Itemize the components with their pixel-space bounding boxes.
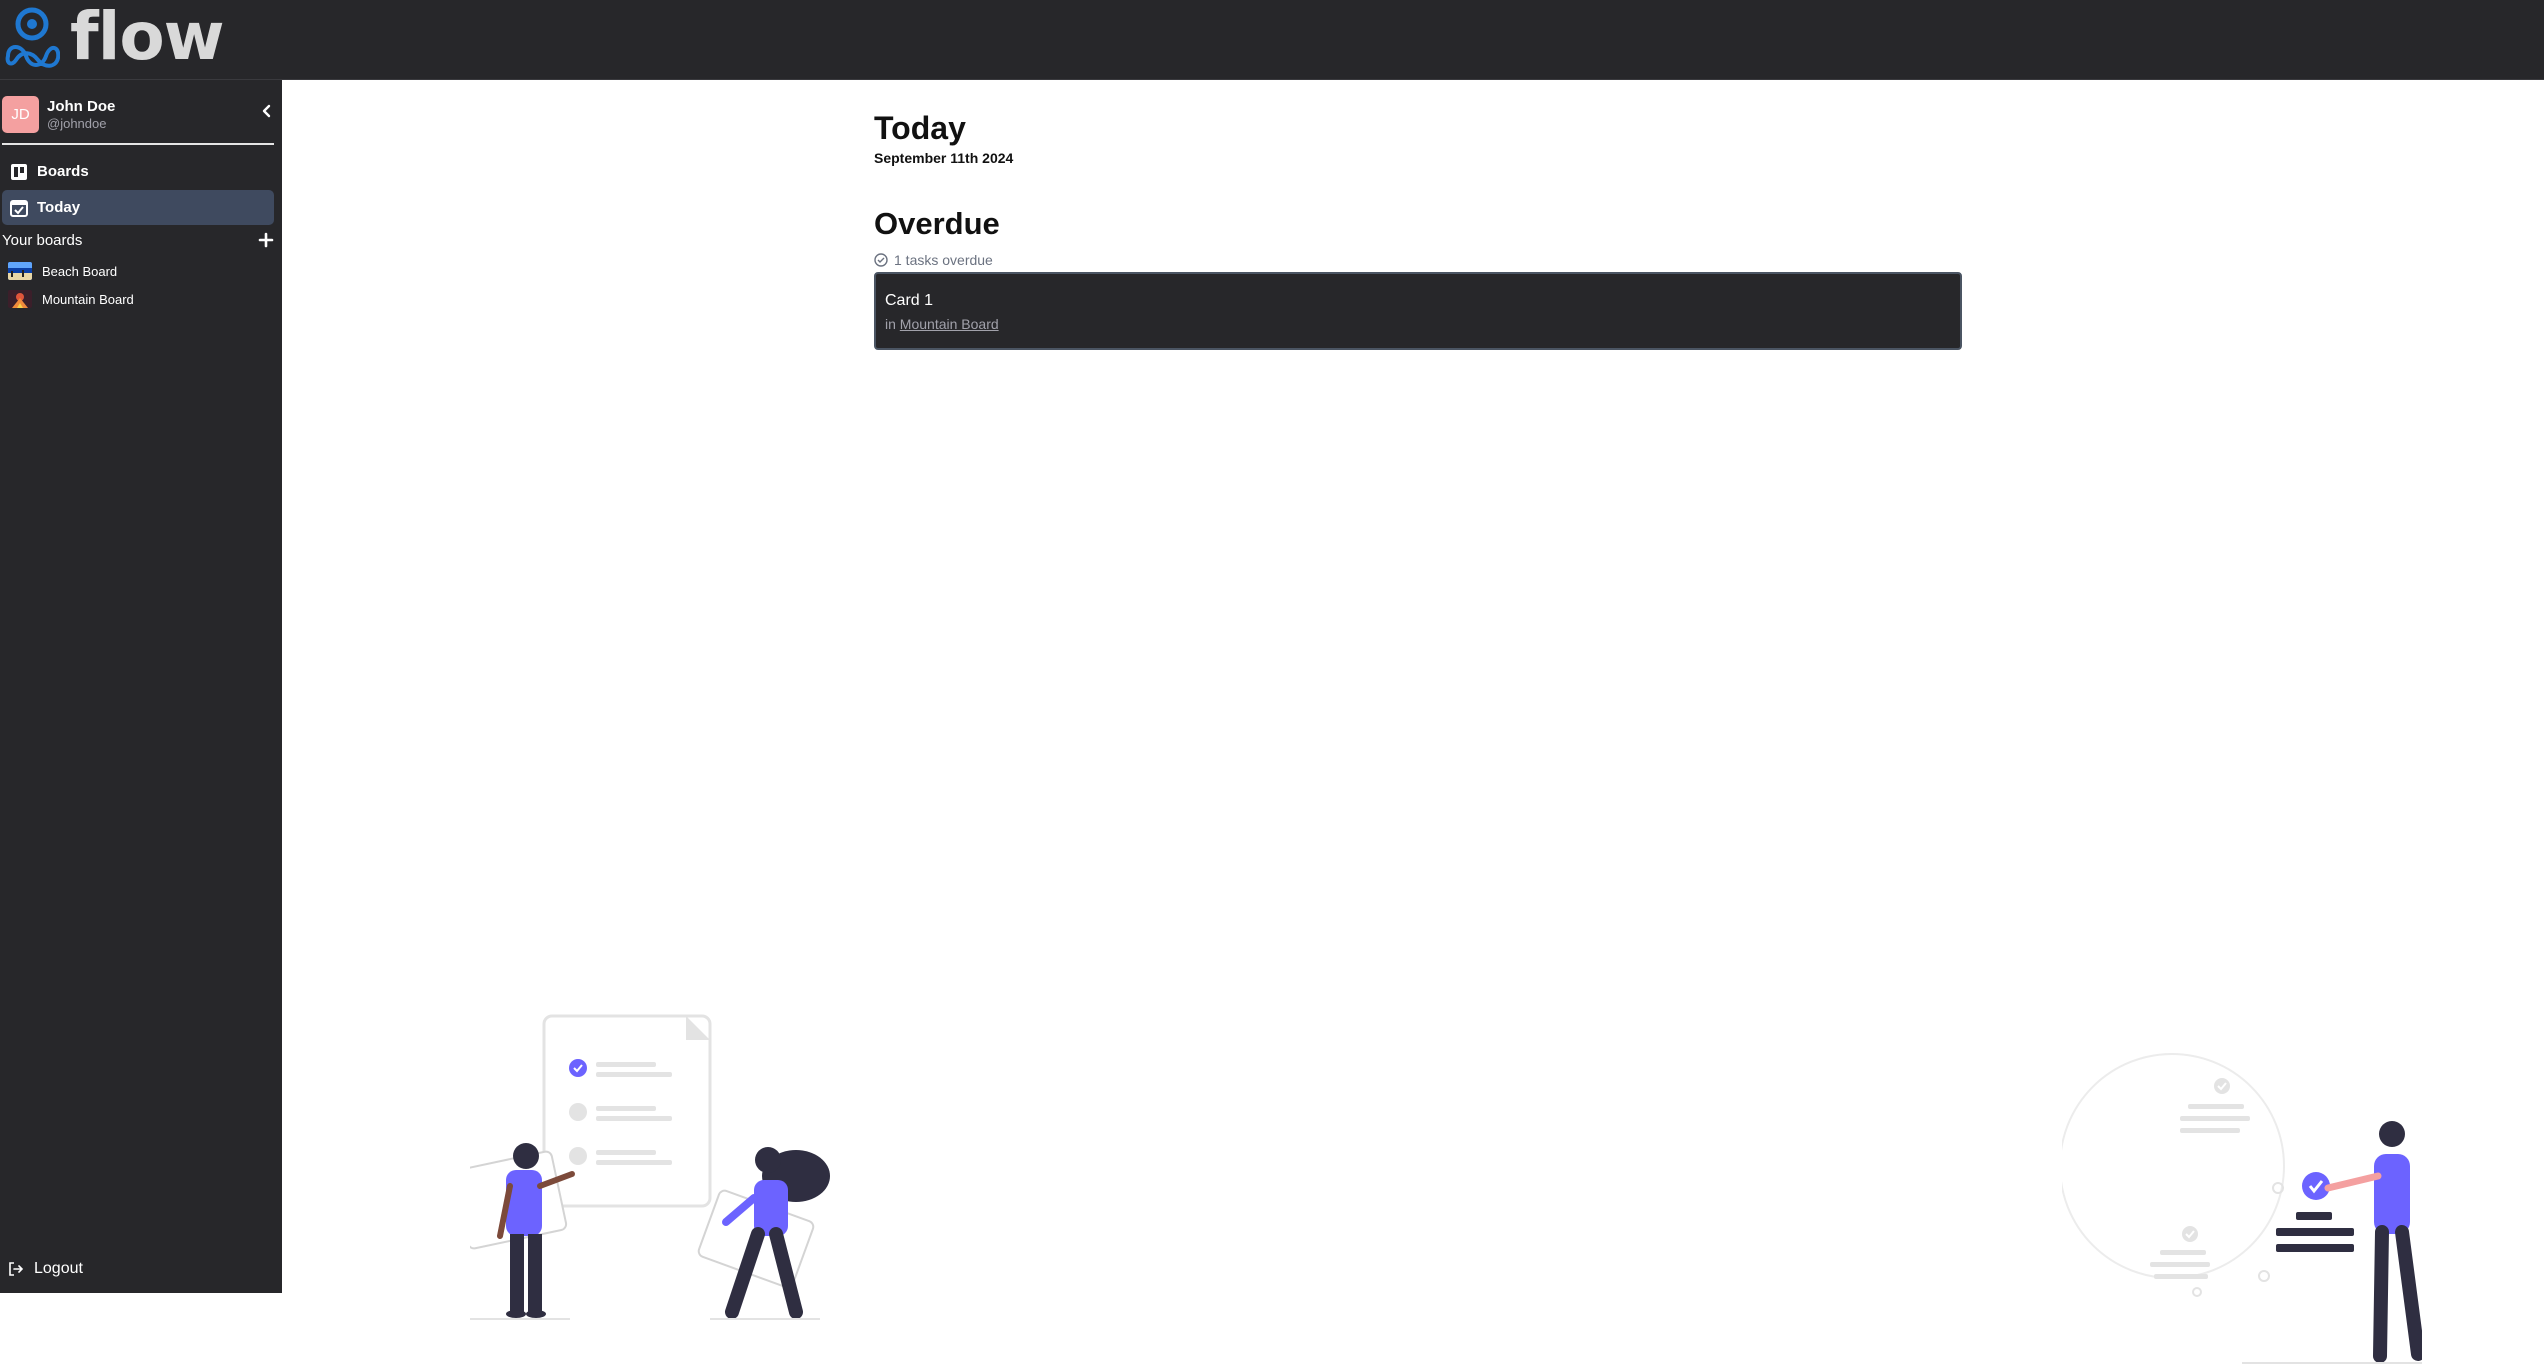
your-boards-label: Your boards — [2, 232, 83, 249]
card-title: Card 1 — [885, 292, 934, 309]
board-name: Mountain Board — [42, 291, 134, 307]
logout-icon — [9, 1262, 24, 1276]
card-meta: in Mountain Board — [885, 316, 999, 332]
top-header: flow — [0, 0, 2544, 80]
calendar-check-icon — [10, 199, 28, 217]
sidebar-board-mountain[interactable]: Mountain Board — [8, 287, 274, 311]
checklist-people-illustration — [470, 1014, 830, 1320]
avatar: JD — [2, 96, 39, 133]
add-board-icon[interactable] — [258, 232, 274, 248]
sidebar-board-beach[interactable]: Beach Board — [8, 259, 274, 283]
app-logo[interactable]: flow — [4, 0, 225, 75]
sidebar-item-boards[interactable]: Boards — [2, 154, 274, 189]
page-title: Today — [874, 110, 966, 146]
sidebar: JD John Doe @johndoe Boards Today Your b… — [0, 80, 282, 1293]
user-handle: @johndoe — [47, 116, 107, 131]
task-complete-illustration — [2062, 1053, 2422, 1364]
task-card[interactable]: Card 1 in Mountain Board — [874, 272, 1962, 350]
beach-thumbnail-icon — [8, 262, 32, 280]
collapse-sidebar-icon[interactable] — [260, 104, 274, 118]
logout-label: Logout — [34, 1260, 83, 1277]
overdue-count: 1 tasks overdue — [874, 252, 993, 268]
boards-icon — [10, 163, 28, 181]
main-content: Today September 11th 2024 Overdue 1 task… — [282, 80, 2544, 1364]
page-date: September 11th 2024 — [874, 150, 1014, 166]
sidebar-item-label: Today — [37, 199, 81, 216]
your-boards-header: Your boards — [2, 232, 274, 252]
sidebar-item-today[interactable]: Today — [2, 190, 274, 225]
overdue-count-text: 1 tasks overdue — [894, 252, 993, 268]
mountain-thumbnail-icon — [8, 290, 32, 308]
sidebar-item-label: Boards — [37, 163, 89, 180]
flow-logo-icon — [5, 7, 60, 68]
card-board-prefix: in — [885, 316, 896, 332]
logout-button[interactable]: Logout — [8, 1260, 83, 1278]
check-circle-icon — [874, 253, 888, 267]
logo-text: flow — [70, 0, 225, 75]
board-name: Beach Board — [42, 263, 118, 279]
user-name: John Doe — [47, 98, 116, 115]
card-board-link[interactable]: Mountain Board — [900, 316, 999, 332]
user-profile[interactable]: JD John Doe @johndoe — [2, 96, 274, 144]
sidebar-divider — [2, 143, 274, 145]
overdue-title: Overdue — [874, 206, 1000, 241]
